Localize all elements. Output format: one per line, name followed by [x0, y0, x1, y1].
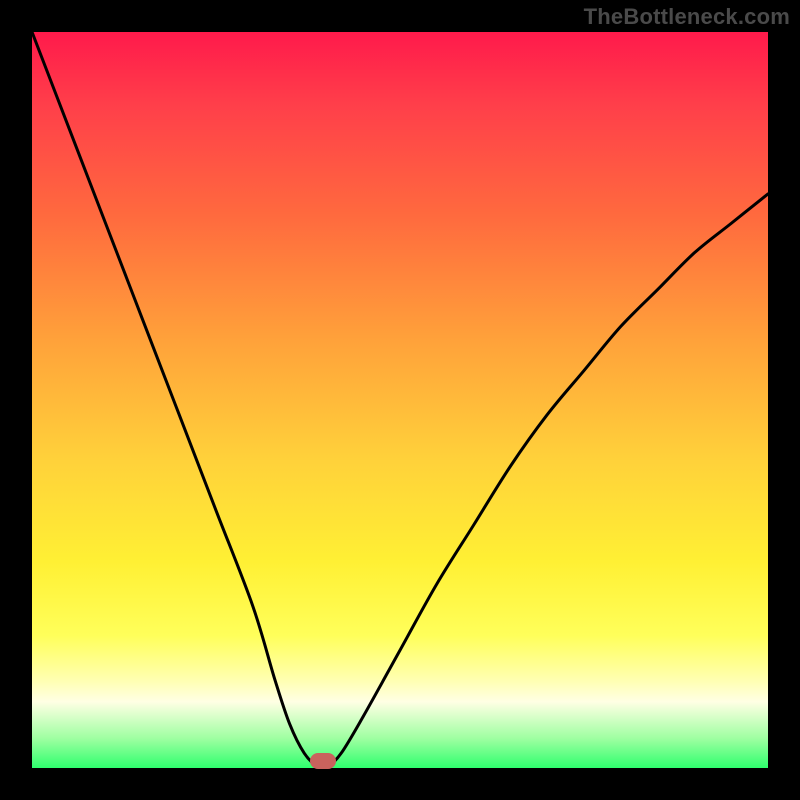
plot-area [32, 32, 768, 768]
chart-frame: TheBottleneck.com [0, 0, 800, 800]
bottleneck-curve [32, 32, 768, 768]
watermark-text: TheBottleneck.com [584, 4, 790, 30]
optimal-marker [310, 753, 336, 769]
